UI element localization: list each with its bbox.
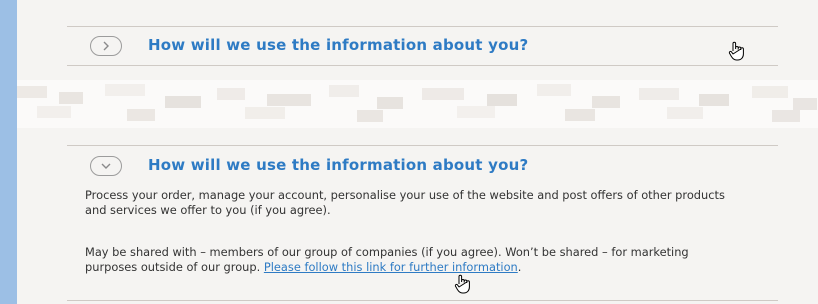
divider [67,145,778,146]
chevron-down-icon[interactable] [90,156,122,176]
accordion-paragraph: Process your order, manage your account,… [85,188,725,217]
paragraph-end: . [517,260,522,274]
pixel-noise-band [17,82,818,124]
divider [67,65,778,66]
accordion-paragraph: May be shared with – members of our grou… [85,245,725,275]
content-panel: How will we use the information about yo… [17,0,818,304]
expanded-accordion-heading[interactable]: How will we use the information about yo… [148,156,528,174]
collapsed-accordion-heading[interactable]: How will we use the information about yo… [148,36,528,54]
divider [67,26,778,27]
hand-pointer-icon [727,40,747,66]
chevron-right-icon[interactable] [90,36,122,56]
divider [67,300,778,301]
further-information-link[interactable]: Please follow this link for further info… [264,260,518,274]
hand-pointer-icon [453,273,473,299]
